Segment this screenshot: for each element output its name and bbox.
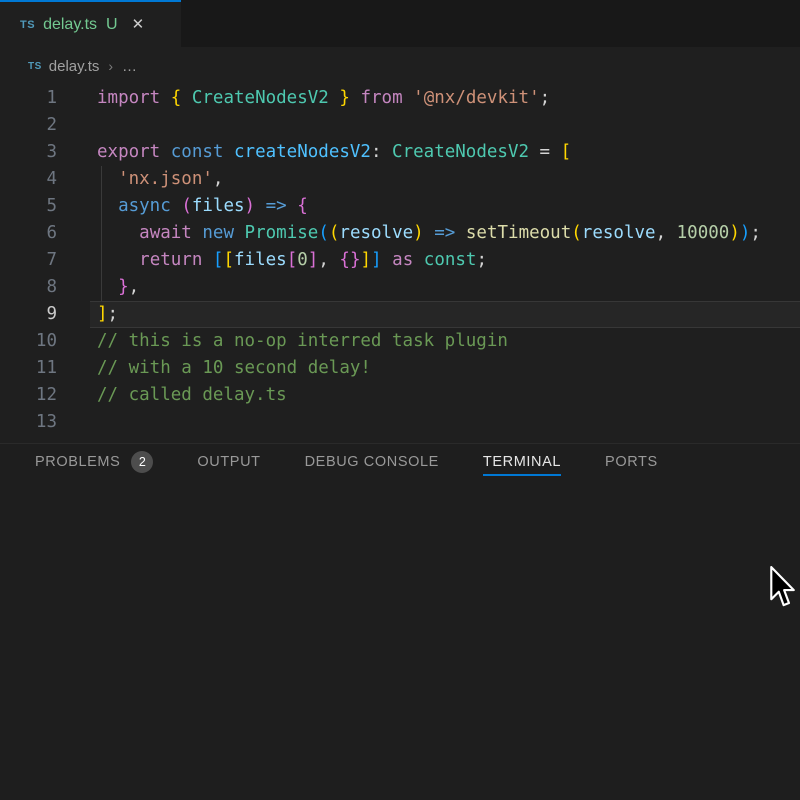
mouse-pointer-icon xyxy=(767,566,797,611)
panel-tab-ports[interactable]: PORTS xyxy=(605,444,658,479)
code-text: return [[files[0], {}]] as const; xyxy=(97,247,487,274)
breadcrumb-symbol-ellipsis[interactable]: … xyxy=(122,58,137,75)
code-text: // called delay.ts xyxy=(97,382,287,409)
line-number: 1 xyxy=(0,85,57,112)
code-line[interactable]: 12 // called delay.ts xyxy=(0,382,800,409)
code-editor[interactable]: 1 import { CreateNodesV2 } from '@nx/devk… xyxy=(0,85,800,443)
code-line[interactable]: 2 xyxy=(0,112,800,139)
bottom-panel: PROBLEMS 2 OUTPUT DEBUG CONSOLE TERMINAL PORT… xyxy=(0,443,800,800)
panel-tab-label: DEBUG CONSOLE xyxy=(305,454,439,470)
breadcrumb-file[interactable]: delay.ts xyxy=(49,58,100,75)
close-icon[interactable]: ✕ xyxy=(132,17,145,32)
panel-tab-problems[interactable]: PROBLEMS 2 xyxy=(35,444,153,479)
code-line[interactable]: 3 export const createNodesV2: CreateNodes… xyxy=(0,139,800,166)
code-text: ]; xyxy=(97,301,118,328)
code-line[interactable]: 7 return [[files[0], {}]] as const; xyxy=(0,247,800,274)
code-line[interactable]: 10 // this is a no-op interred task plugi… xyxy=(0,328,800,355)
code-text: import { CreateNodesV2 } from '@nx/devki… xyxy=(97,85,550,112)
code-line[interactable]: 4 'nx.json', xyxy=(0,166,800,193)
panel-tab-label: OUTPUT xyxy=(197,454,260,470)
code-line[interactable]: 6 await new Promise((resolve) => setTime… xyxy=(0,220,800,247)
code-text: 'nx.json', xyxy=(97,166,223,193)
line-number: 12 xyxy=(0,382,57,409)
panel-tab-output[interactable]: OUTPUT xyxy=(197,444,260,479)
code-text: export const createNodesV2: CreateNodesV… xyxy=(97,139,571,166)
line-number: 6 xyxy=(0,220,57,247)
line-number: 5 xyxy=(0,193,57,220)
tab-title: delay.ts xyxy=(43,16,97,34)
typescript-file-icon: TS xyxy=(20,19,35,31)
line-number: 8 xyxy=(0,274,57,301)
code-lines: 1 import { CreateNodesV2 } from '@nx/devk… xyxy=(0,85,800,436)
code-line[interactable]: 11 // with a 10 second delay! xyxy=(0,355,800,382)
code-text: async (files) => { xyxy=(97,193,308,220)
line-number: 3 xyxy=(0,139,57,166)
line-number: 10 xyxy=(0,328,57,355)
line-number: 2 xyxy=(0,112,57,139)
line-number: 11 xyxy=(0,355,57,382)
panel-tabs: PROBLEMS 2 OUTPUT DEBUG CONSOLE TERMINAL PORT… xyxy=(0,444,800,479)
editor-tab-delay-ts[interactable]: TS delay.ts U ✕ xyxy=(0,0,181,47)
breadcrumb: TS delay.ts › … xyxy=(0,47,800,85)
panel-tab-terminal[interactable]: TERMINAL xyxy=(483,444,561,479)
line-number: 9 xyxy=(0,301,57,328)
code-text: // with a 10 second delay! xyxy=(97,355,371,382)
panel-tab-label: TERMINAL xyxy=(483,454,561,470)
chevron-right-icon: › xyxy=(108,58,113,74)
code-text: await new Promise((resolve) => setTimeou… xyxy=(97,220,761,247)
panel-tab-debug-console[interactable]: DEBUG CONSOLE xyxy=(305,444,439,479)
line-number: 13 xyxy=(0,409,57,436)
panel-tab-label: PROBLEMS xyxy=(35,454,120,470)
code-line[interactable]: 8 }, xyxy=(0,274,800,301)
code-text: }, xyxy=(97,274,139,301)
code-text: // this is a no-op interred task plugin xyxy=(97,328,508,355)
panel-tab-label: PORTS xyxy=(605,454,658,470)
typescript-file-icon: TS xyxy=(28,61,42,72)
active-tab-underline xyxy=(483,474,561,476)
line-number: 4 xyxy=(0,166,57,193)
code-line[interactable]: 5 async (files) => { xyxy=(0,193,800,220)
line-number: 7 xyxy=(0,247,57,274)
git-status-badge: U xyxy=(106,16,118,34)
tab-bar: TS delay.ts U ✕ xyxy=(0,0,800,47)
code-line[interactable]: 9]; xyxy=(0,301,800,328)
code-line[interactable]: 1 import { CreateNodesV2 } from '@nx/devk… xyxy=(0,85,800,112)
problems-count-badge: 2 xyxy=(131,451,153,473)
code-line[interactable]: 13 xyxy=(0,409,800,436)
